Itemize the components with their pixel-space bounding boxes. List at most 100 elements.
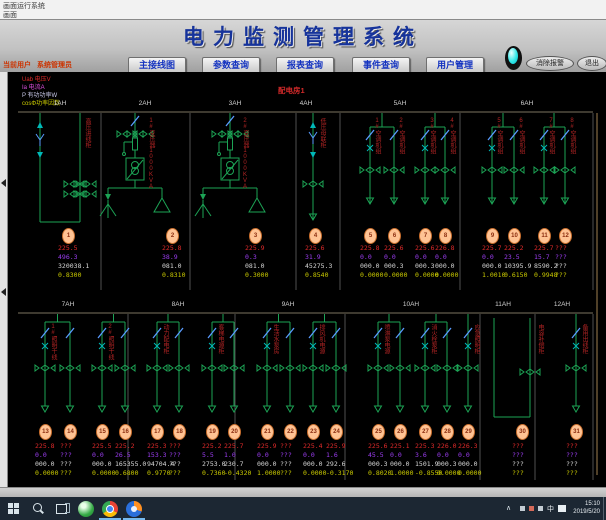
meter-voltage: 225.8: [35, 442, 55, 450]
meter-current: ???: [566, 451, 578, 459]
left-scroll-strip[interactable]: [0, 72, 8, 487]
meter-voltage: 225.4: [303, 442, 323, 450]
meter-power: ???: [555, 262, 567, 270]
section-label-2AH: 2AH: [130, 100, 160, 107]
meter-voltage: 225.6: [305, 244, 325, 252]
meter-power: 1501.9: [415, 460, 438, 468]
clock-time: 15:10: [570, 500, 600, 508]
tray-expand-icon[interactable]: ∧: [506, 504, 511, 512]
scroll-left-arrow-icon[interactable]: [1, 179, 6, 187]
circuit-label: 7#空调机组: [547, 118, 554, 154]
meter-pf: 0.0000: [437, 469, 460, 477]
circuit-label: 4#空调机组: [448, 118, 455, 154]
circuit-label: 客梯电源柜: [216, 324, 223, 354]
meter-voltage: 225.1: [390, 442, 410, 450]
meter-voltage: 226.3: [458, 442, 478, 450]
section-label-7AH: 7AH: [53, 301, 83, 308]
circuit-label: 低压母联柜: [318, 118, 325, 148]
meter-current: 0.0: [437, 451, 449, 459]
meter-current: ???: [280, 451, 292, 459]
meter-current: 153.3: [147, 451, 167, 459]
meter-pf: 1.0000: [390, 469, 413, 477]
meter-current: 0.3: [245, 253, 257, 261]
meter-badge-4: 4: [309, 228, 322, 244]
tray-ime-icon[interactable]: 中: [547, 504, 554, 514]
task-view-icon[interactable]: [54, 501, 70, 517]
meter-pf: 0.0000: [303, 469, 326, 477]
meter-current: 23.5: [504, 253, 520, 261]
meter-pf: 0.0000: [435, 271, 458, 279]
section-label-11AH: 11AH: [488, 301, 518, 308]
meter-power: 000.0: [390, 460, 410, 468]
tray-network-icon[interactable]: [520, 506, 525, 511]
show-desktop-button[interactable]: [603, 497, 604, 520]
meter-pf: 0.7360: [202, 469, 225, 477]
meter-voltage: 225.7: [224, 442, 244, 450]
meter-badge-1: 1: [62, 228, 75, 244]
meter-badge-29: 29: [462, 424, 475, 440]
meter-voltage: ???: [555, 244, 567, 252]
meter-voltage: 225.5: [92, 442, 112, 450]
browser-app-icon[interactable]: [126, 501, 142, 517]
meter-power: 000.0: [92, 460, 112, 468]
search-icon[interactable]: [30, 501, 46, 517]
meter-pf: 0.8310: [162, 271, 185, 279]
meter-badge-20: 20: [228, 424, 241, 440]
meter-power: 45275.3: [305, 262, 332, 270]
meter-current: 0.0: [458, 451, 470, 459]
tray-keyboard-icon[interactable]: [558, 505, 566, 512]
meter-pf: -0.4320: [224, 469, 251, 477]
meter-current: 3.6: [415, 451, 427, 459]
meter-badge-16: 16: [119, 424, 132, 440]
meter-pf: 0.8020: [368, 469, 391, 477]
meter-power: 2753.0: [202, 460, 225, 468]
meter-badge-30: 30: [516, 424, 529, 440]
meter-power: 000.0: [360, 262, 380, 270]
meter-pf: ???: [555, 271, 567, 279]
meter-pf: ???: [512, 469, 524, 477]
circuit-label: 2#变压器1000KVA: [241, 118, 248, 190]
scada-canvas: Uab 电压VIa 电流AP 有功功率WcosΦ功率因数 配电房1 1AH2AH…: [0, 72, 606, 487]
meter-current: 38.9: [162, 253, 178, 261]
meter-power: 000.3: [368, 460, 388, 468]
meter-voltage: 226.0: [437, 442, 457, 450]
qq-app-icon[interactable]: [78, 501, 94, 517]
tray-volume-icon[interactable]: [538, 506, 543, 511]
circuit-label: 喷淋泵电源: [382, 324, 389, 354]
meter-current: 0.0: [384, 253, 396, 261]
meter-current: 0.0: [35, 451, 47, 459]
meter-power: 000.3: [415, 262, 435, 270]
meter-voltage: 225.5: [58, 244, 78, 252]
meter-pf: 0.6150: [504, 271, 527, 279]
meter-current: 45.5: [368, 451, 384, 459]
section-label-3AH: 3AH: [220, 100, 250, 107]
room-label: 配电房1: [278, 85, 305, 96]
single-line-diagram: [0, 72, 606, 487]
meter-badge-13: 13: [39, 424, 52, 440]
circuit-label: 动力配电柜: [161, 324, 168, 354]
meter-power: 000.0: [303, 460, 323, 468]
meter-pf: 1.0000: [257, 469, 280, 477]
meter-power: 000.0: [435, 262, 455, 270]
meter-badge-10: 10: [508, 228, 521, 244]
meter-current: 496.3: [58, 253, 78, 261]
circuit-label: 备用出线柜: [580, 324, 587, 354]
start-button[interactable]: [6, 501, 22, 517]
meter-badge-31: 31: [570, 424, 583, 440]
scroll-left-arrow2-icon[interactable]: [1, 288, 6, 296]
taskbar-clock[interactable]: 15:10 2019/5/20: [570, 500, 600, 516]
meter-voltage: 225.9: [245, 244, 265, 252]
meter-current: 1.6: [326, 451, 338, 459]
tray-alert-icon[interactable]: [529, 506, 534, 511]
meter-badge-2: 2: [166, 228, 179, 244]
circuit-label: 6#空调机组: [517, 118, 524, 154]
meter-badge-5: 5: [364, 228, 377, 244]
meter-badge-28: 28: [441, 424, 454, 440]
meter-voltage: 225.6: [415, 244, 435, 252]
meter-current: 26.5: [115, 451, 131, 459]
oval-button-2[interactable]: 退出: [577, 56, 606, 71]
oval-button-1[interactable]: 消除报警: [526, 56, 574, 71]
meter-badge-26: 26: [394, 424, 407, 440]
chrome-app-icon[interactable]: [102, 501, 118, 517]
meter-current: 0.0: [92, 451, 104, 459]
